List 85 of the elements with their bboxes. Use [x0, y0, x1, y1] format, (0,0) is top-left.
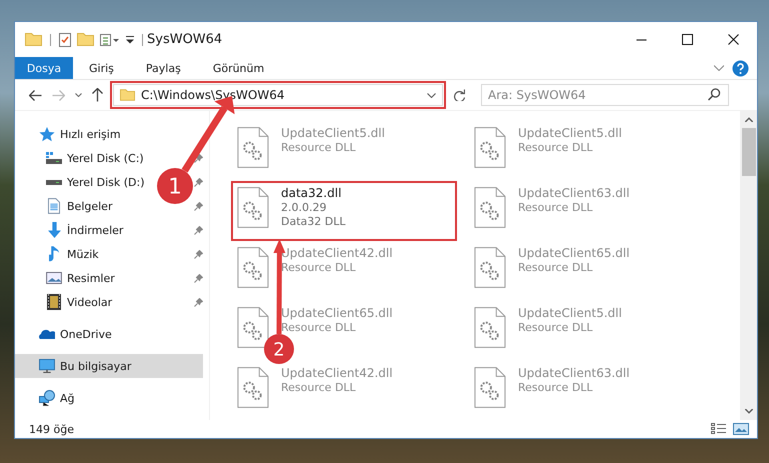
- sidebar-item[interactable]: OneDrive: [15, 322, 116, 346]
- sidebar-item[interactable]: Yerel Disk (C:): [15, 146, 148, 170]
- file-detail: 2.0.0.29: [281, 201, 328, 215]
- sidebar-item[interactable]: Belgeler: [15, 194, 116, 218]
- sidebar-item[interactable]: Yerel Disk (D:): [15, 170, 149, 194]
- file-detail: Resource DLL: [281, 261, 357, 275]
- up-arrow-icon[interactable]: [92, 88, 103, 102]
- film-icon: [47, 294, 61, 310]
- item-count: 149 öğe: [29, 422, 74, 436]
- file-detail: Resource DLL: [518, 261, 594, 275]
- ribbon-tab[interactable]: Giriş: [73, 57, 130, 79]
- sidebar-item[interactable]: Hızlı erişim: [15, 122, 125, 146]
- address-field[interactable]: C:\Windows\SysWOW64: [113, 84, 443, 106]
- maximize-icon[interactable]: [682, 34, 693, 45]
- file-detail: Resource DLL: [518, 321, 594, 335]
- back-icon[interactable]: [29, 90, 42, 100]
- details-view-icon[interactable]: [711, 423, 727, 435]
- file-detail: Resource DLL: [281, 321, 357, 335]
- pin-icon[interactable]: [194, 226, 203, 234]
- cloud-icon: [39, 329, 55, 339]
- file-detail: Data32 DLL: [281, 215, 346, 229]
- dll-file-icon: [474, 366, 506, 409]
- ribbon-tab[interactable]: Görünüm: [196, 57, 280, 79]
- callout-number: 2: [273, 339, 285, 360]
- help-icon[interactable]: [732, 60, 749, 76]
- file-detail: Resource DLL: [281, 381, 357, 395]
- customize-toolbar-icon[interactable]: [100, 34, 120, 46]
- ribbon-tab[interactable]: Paylaş: [130, 57, 197, 79]
- properties-icon[interactable]: [59, 32, 71, 46]
- dll-file-icon: [474, 126, 506, 169]
- network-icon: [39, 390, 55, 406]
- dll-file-icon: [237, 126, 269, 169]
- pin-icon[interactable]: [194, 298, 203, 306]
- drive-icon: [46, 152, 62, 164]
- scrollbar-thumb[interactable]: [742, 128, 756, 176]
- dll-file-icon: [474, 186, 506, 229]
- pin-icon[interactable]: [194, 178, 203, 186]
- document-icon: [48, 198, 60, 214]
- star-icon: [39, 126, 55, 142]
- folder-icon: [120, 89, 135, 101]
- address-path: C:\Windows\SysWOW64: [141, 88, 284, 102]
- large-icons-view-icon[interactable]: [733, 423, 749, 435]
- down-arrow-icon: [48, 222, 60, 238]
- sidebar-item[interactable]: Ağ: [15, 386, 79, 410]
- dropdown-icon[interactable]: [126, 36, 134, 44]
- dll-file-icon: [474, 246, 506, 289]
- file-detail: Resource DLL: [518, 141, 594, 155]
- chevron-down-icon[interactable]: [714, 65, 724, 71]
- sidebar-item[interactable]: Videolar: [15, 290, 116, 314]
- file-detail: Resource DLL: [518, 381, 594, 395]
- minimize-icon[interactable]: [636, 38, 647, 40]
- sidebar-item[interactable]: Müzik: [15, 242, 103, 266]
- scroll-down-icon[interactable]: [744, 409, 752, 414]
- file-detail: Resource DLL: [518, 201, 594, 215]
- chevron-down-icon[interactable]: [427, 92, 436, 98]
- scrollbar[interactable]: [740, 111, 757, 420]
- dll-file-icon: [474, 306, 506, 349]
- monitor-icon: [39, 359, 55, 373]
- drive-icon: [46, 180, 62, 184]
- pin-icon[interactable]: [194, 274, 203, 282]
- sidebar-item[interactable]: İndirmeler: [15, 218, 128, 242]
- dll-file-icon: [237, 186, 269, 229]
- callout-badge: [264, 334, 294, 364]
- file-menu-tab[interactable]: Dosya: [15, 57, 73, 79]
- music-note-icon: [49, 246, 59, 262]
- pin-icon[interactable]: [194, 154, 203, 162]
- scroll-up-icon[interactable]: [744, 117, 752, 122]
- pin-icon[interactable]: [194, 202, 203, 210]
- sidebar-item[interactable]: Resimler: [15, 266, 119, 290]
- chevron-down-icon[interactable]: [75, 93, 82, 97]
- sidebar-item[interactable]: Bu bilgisayar: [15, 354, 203, 378]
- dll-file-icon: [237, 306, 269, 349]
- callout-badge: [157, 168, 193, 204]
- callout-number: 1: [168, 174, 182, 200]
- file-name[interactable]: data32.dll: [281, 186, 346, 201]
- window-title: SysWOW64: [147, 32, 222, 47]
- dll-file-icon: [237, 366, 269, 409]
- picture-icon: [46, 272, 62, 284]
- file-detail: Resource DLL: [281, 141, 357, 155]
- close-icon[interactable]: [728, 34, 739, 45]
- dll-file-icon: [237, 246, 269, 289]
- search-icon[interactable]: [708, 88, 721, 101]
- pin-icon[interactable]: [194, 250, 203, 258]
- search-field[interactable]: Ara: SysWOW64: [481, 84, 729, 106]
- refresh-icon[interactable]: [453, 89, 465, 101]
